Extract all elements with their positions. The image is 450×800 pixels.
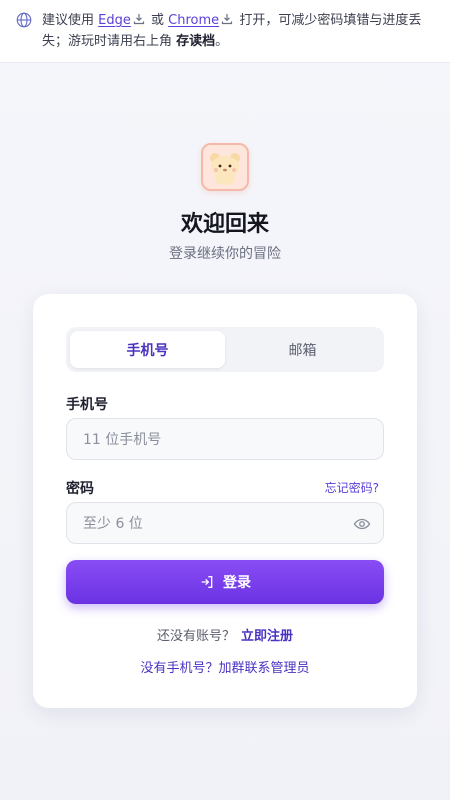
forgot-password-link[interactable]: 忘记密码? — [325, 479, 379, 496]
banner-or-text: 或 — [151, 13, 165, 28]
eye-icon[interactable] — [353, 515, 371, 533]
save-load-label: 存读档 — [176, 34, 216, 49]
login-card: 手机号 邮箱 手机号 11 位手机号 密码 忘记密码? 至少 6 位 登录 还没… — [33, 294, 417, 708]
login-icon — [201, 576, 213, 588]
banner-text-prefix: 建议使用 — [42, 13, 95, 28]
password-placeholder: 至少 6 位 — [83, 516, 143, 532]
login-button[interactable]: 登录 — [66, 560, 384, 604]
tab-email[interactable]: 邮箱 — [225, 331, 380, 368]
password-label: 密码 — [66, 481, 94, 497]
download-icon[interactable] — [221, 13, 233, 25]
register-prompt: 还没有账号？ 立即注册 — [33, 625, 417, 644]
tab-phone[interactable]: 手机号 — [70, 331, 225, 368]
download-icon[interactable] — [133, 13, 145, 25]
contact-admin-link[interactable]: 没有手机号？加群联系管理员 — [33, 657, 417, 676]
browser-tip-banner: 建议使用 Edge 或 Chrome 打开，可减少密码填错与进度丢失；游玩时请用… — [0, 0, 450, 63]
register-link[interactable]: 立即注册 — [241, 629, 293, 644]
password-input[interactable]: 至少 6 位 — [66, 502, 384, 544]
page-title: 欢迎回来 — [180, 212, 269, 237]
no-account-text: 还没有账号？ — [156, 629, 235, 644]
chrome-link[interactable]: Chrome — [168, 13, 219, 28]
banner-text-end: 。 — [215, 34, 229, 49]
page-subtitle: 登录继续你的冒险 — [169, 246, 281, 262]
bear-mascot-icon — [203, 145, 247, 189]
phone-label: 手机号 — [66, 397, 108, 413]
edge-link[interactable]: Edge — [98, 13, 131, 28]
phone-input[interactable]: 11 位手机号 — [66, 418, 384, 460]
app-logo — [201, 143, 249, 191]
login-button-label: 登录 — [223, 575, 251, 591]
login-method-tabs: 手机号 邮箱 — [66, 327, 384, 372]
globe-icon — [16, 12, 32, 28]
